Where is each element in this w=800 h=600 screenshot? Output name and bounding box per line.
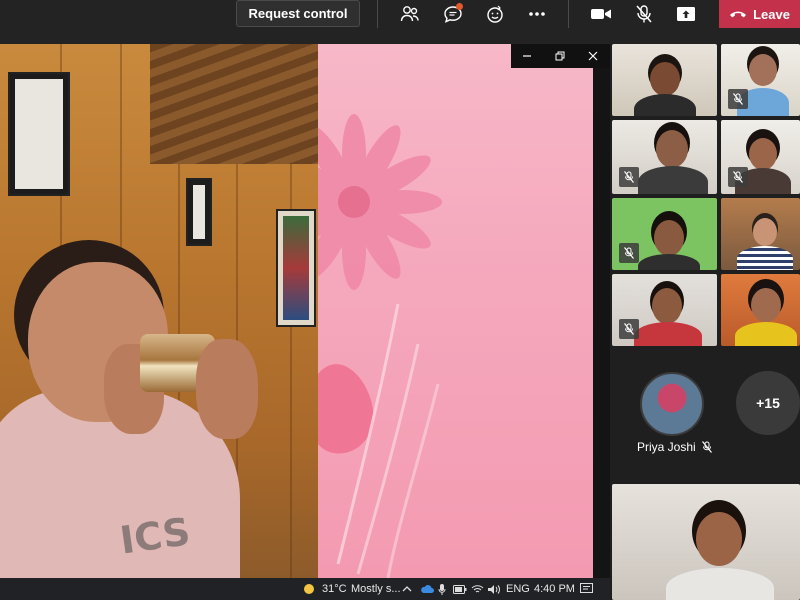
- unread-badge: [456, 3, 463, 10]
- right-hand: [196, 339, 258, 439]
- shared-window-pink: [318, 44, 593, 578]
- toolbar-divider: [568, 0, 569, 28]
- flower-artwork: [318, 114, 442, 578]
- wifi-icon[interactable]: [471, 578, 484, 600]
- request-control-button[interactable]: Request control: [236, 0, 360, 27]
- participant-video[interactable]: [612, 120, 717, 194]
- battery-icon[interactable]: [453, 578, 467, 600]
- mic-off-icon: [619, 319, 639, 339]
- participant-video[interactable]: [612, 44, 717, 116]
- mic-off-icon[interactable]: [629, 0, 659, 28]
- weather-icon[interactable]: [301, 578, 317, 600]
- chevron-up-icon[interactable]: [402, 578, 412, 600]
- participant-name-tag: Priya Joshi: [637, 440, 712, 454]
- toolbar-divider: [377, 0, 378, 28]
- shared-screen: ICS: [0, 44, 610, 578]
- language-indicator[interactable]: ENG: [506, 578, 530, 600]
- temperature[interactable]: 31°C: [322, 578, 347, 600]
- clock-time[interactable]: 4:40 PM: [534, 578, 575, 600]
- people-icon[interactable]: [395, 0, 425, 28]
- participant-video[interactable]: [721, 120, 800, 194]
- leave-label: Leave: [753, 6, 790, 22]
- microphone-icon[interactable]: [438, 578, 446, 600]
- picture-frame: [8, 72, 70, 196]
- mic-off-icon: [701, 441, 712, 453]
- participant-video[interactable]: [721, 274, 800, 346]
- restore-icon[interactable]: [544, 44, 576, 68]
- shared-window-titlebar: [511, 44, 610, 68]
- picture-frame: [276, 209, 316, 327]
- cloud-icon[interactable]: [420, 578, 434, 600]
- participant-video[interactable]: [721, 44, 800, 116]
- more-participants-button[interactable]: +15: [736, 371, 800, 435]
- close-icon[interactable]: [577, 44, 609, 68]
- camera-icon[interactable]: [586, 0, 616, 28]
- participant-video[interactable]: [721, 198, 800, 270]
- picture-frame: [186, 178, 212, 246]
- reactions-icon[interactable]: [480, 0, 510, 28]
- share-screen-icon[interactable]: [671, 0, 701, 28]
- mic-off-icon: [619, 167, 639, 187]
- participant-name: Priya Joshi: [637, 440, 696, 454]
- minimize-icon[interactable]: [511, 44, 543, 68]
- lips-shape: [318, 364, 374, 454]
- participant-avatar[interactable]: [640, 372, 704, 436]
- mic-off-icon: [619, 243, 639, 263]
- volume-icon[interactable]: [487, 578, 501, 600]
- self-view-video[interactable]: [612, 484, 800, 600]
- phone-hangup-icon: [730, 11, 747, 18]
- notifications-icon[interactable]: [580, 578, 593, 600]
- weather-status[interactable]: Mostly s...: [351, 578, 401, 600]
- shared-photo: ICS: [0, 44, 318, 578]
- mic-off-icon: [728, 89, 748, 109]
- more-options-icon[interactable]: [522, 0, 552, 28]
- mic-off-icon: [728, 167, 748, 187]
- participant-video[interactable]: [612, 274, 717, 346]
- participant-video[interactable]: [612, 198, 717, 270]
- chat-icon[interactable]: [438, 0, 468, 28]
- window-edge: [593, 68, 610, 578]
- meeting-toolbar: Request control Leave: [0, 0, 800, 44]
- leave-button[interactable]: Leave: [719, 0, 800, 28]
- wooden-ceiling: [150, 44, 318, 164]
- windows-taskbar: 31°C Mostly s... ENG 4:40 PM: [0, 578, 610, 600]
